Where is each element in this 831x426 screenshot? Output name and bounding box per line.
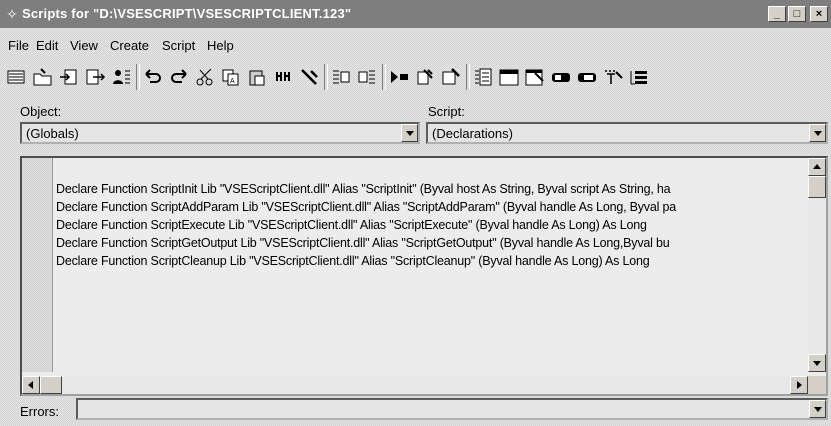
toolbar-separator <box>324 64 328 90</box>
help-icon[interactable] <box>298 62 320 92</box>
code-line[interactable]: Declare Function ScriptAddParam Lib "VSE… <box>56 198 806 216</box>
close-button[interactable]: × <box>810 6 828 22</box>
scroll-down-button[interactable] <box>808 354 826 372</box>
import-icon[interactable] <box>58 62 80 92</box>
open-icon[interactable] <box>32 62 54 92</box>
properties-icon[interactable] <box>110 62 132 92</box>
find-icon[interactable] <box>272 62 294 92</box>
form-icon[interactable] <box>472 62 494 92</box>
menu-view[interactable]: View <box>70 38 98 53</box>
scripts-window-icon: ✧ <box>6 6 18 22</box>
compile-icon[interactable] <box>414 62 436 92</box>
edit-box-icon[interactable] <box>550 62 572 92</box>
paste-icon[interactable] <box>246 62 268 92</box>
maximize-button[interactable]: □ <box>788 6 806 22</box>
svg-text:A: A <box>230 78 235 85</box>
title-bar: ✧ Scripts for "D:\VSESCRIPT\VSESCRIPTCLI… <box>0 0 831 28</box>
undo-icon[interactable] <box>142 62 164 92</box>
code-line[interactable]: Declare Function ScriptCleanup Lib "VSES… <box>56 252 806 270</box>
code-line[interactable]: Declare Function ScriptInit Lib "VSEScri… <box>56 180 806 198</box>
horizontal-scrollbar[interactable] <box>22 376 808 394</box>
export-icon[interactable] <box>84 62 106 92</box>
scrollbar-corner <box>808 376 826 394</box>
code-area[interactable]: Declare Function ScriptInit Lib "VSEScri… <box>56 180 806 370</box>
redo-icon[interactable] <box>168 62 190 92</box>
dialog-icon[interactable] <box>524 62 546 92</box>
minimize-button[interactable]: _ <box>768 6 786 22</box>
toolbar-separator <box>382 64 386 90</box>
code-line[interactable]: Declare Function ScriptExecute Lib "VSES… <box>56 216 806 234</box>
chevron-down-icon[interactable] <box>401 124 418 142</box>
menu-file[interactable]: File <box>8 38 29 53</box>
toolbar-separator <box>466 64 470 90</box>
run-icon[interactable] <box>388 62 410 92</box>
scroll-up-button[interactable] <box>808 158 826 176</box>
menu-help[interactable]: Help <box>207 38 234 53</box>
object-select[interactable]: (Globals) <box>20 122 420 144</box>
toolbar-separator <box>136 64 140 90</box>
scroll-left-button[interactable] <box>22 376 40 394</box>
menu-create[interactable]: Create <box>110 38 149 53</box>
list-icon[interactable] <box>628 62 650 92</box>
help-topic-icon[interactable] <box>602 62 624 92</box>
code-line[interactable]: Declare Function ScriptGetOutput Lib "VS… <box>56 234 806 252</box>
horizontal-scroll-thumb[interactable] <box>40 376 62 394</box>
indent-icon[interactable] <box>330 62 352 92</box>
object-select-value: (Globals) <box>26 126 79 141</box>
menu-edit[interactable]: Edit <box>36 38 58 53</box>
vertical-scroll-thumb[interactable] <box>808 176 826 198</box>
toolbar: A <box>6 60 828 96</box>
button-icon[interactable] <box>576 62 598 92</box>
editor-gutter <box>22 158 53 372</box>
script-select[interactable]: (Declarations) <box>426 122 828 144</box>
object-label: Object: <box>20 104 62 119</box>
scroll-right-button[interactable] <box>790 376 808 394</box>
chevron-down-icon[interactable] <box>809 124 826 142</box>
menu-bar: File Edit View Create Script Help <box>0 34 831 56</box>
errors-select[interactable] <box>76 398 828 420</box>
outdent-icon[interactable] <box>356 62 378 92</box>
cut-icon[interactable] <box>194 62 216 92</box>
new-script-icon[interactable] <box>6 62 28 92</box>
window-icon[interactable] <box>498 62 520 92</box>
menu-script[interactable]: Script <box>162 38 195 53</box>
chevron-down-icon[interactable] <box>809 400 826 418</box>
code-editor[interactable]: Declare Function ScriptInit Lib "VSEScri… <box>20 156 828 396</box>
window-title: Scripts for "D:\VSESCRIPT\VSESCRIPTCLIEN… <box>22 6 352 21</box>
debug-icon[interactable] <box>440 62 462 92</box>
script-label: Script: <box>428 104 465 119</box>
copy-icon[interactable]: A <box>220 62 242 92</box>
script-select-value: (Declarations) <box>432 126 513 141</box>
vertical-scrollbar[interactable] <box>808 158 826 372</box>
errors-label: Errors: <box>20 404 59 419</box>
